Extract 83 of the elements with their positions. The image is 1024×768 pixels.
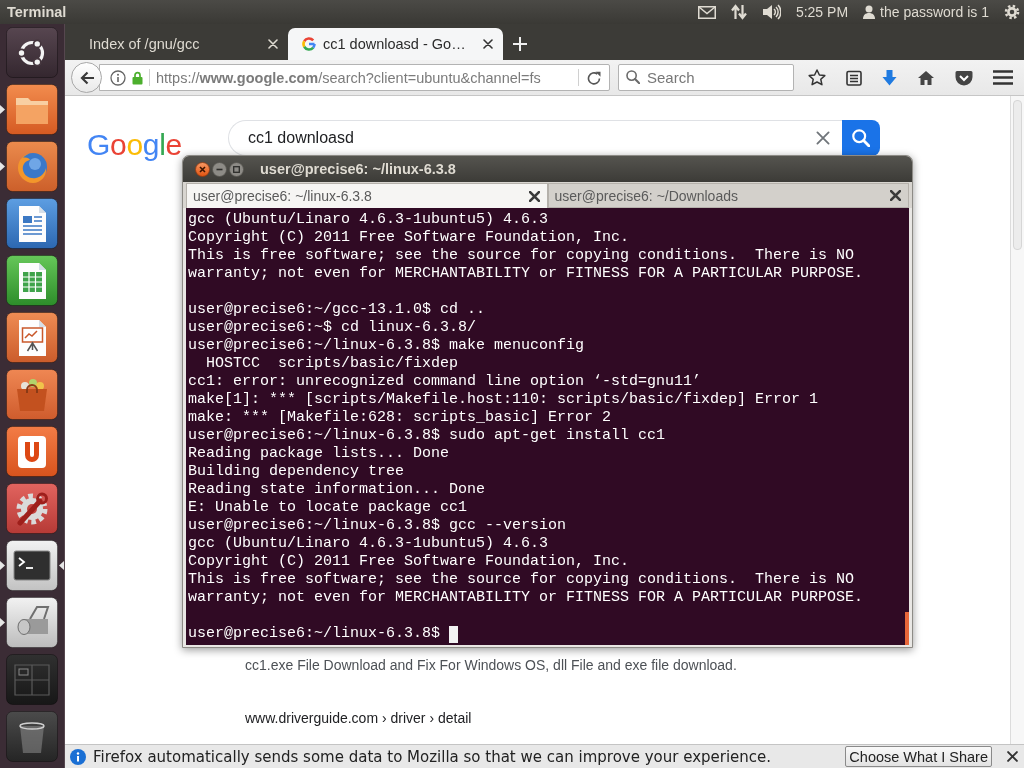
- terminal-line: This is free software; see the source for copying conditions. There is NO: [188, 247, 856, 265]
- folder-icon[interactable]: [6, 84, 58, 135]
- search-box[interactable]: cc1 downloasd: [228, 120, 842, 156]
- result-url[interactable]: www.driverguide.com › driver › detail: [245, 710, 472, 727]
- terminal-line: gcc (Ubuntu/Linaro 4.6.3-1ubuntu5) 4.6.3: [188, 535, 550, 553]
- search-field[interactable]: Search: [618, 64, 794, 91]
- clock[interactable]: 5:25 PM: [795, 4, 849, 20]
- arrow-left-icon: [78, 70, 95, 85]
- terminal-line: user@precise6:~/linux-6.3.8$ gcc --version: [188, 517, 568, 535]
- terminal-tab[interactable]: user@precise6: ~/Downloads: [547, 183, 909, 208]
- globe-icon[interactable]: [6, 141, 58, 192]
- terminal-line: make: *** [Makefile:628: scripts_basic] Error 2: [188, 409, 613, 427]
- terminal-line: make[1]: *** [scripts/Makefile.host:110: scripts/basic/fixdep] Error 1: [188, 391, 820, 409]
- cursor-icon: [449, 625, 459, 643]
- info-icon[interactable]: [110, 69, 126, 86]
- maximize-icon[interactable]: [229, 161, 244, 177]
- browser-tab[interactable]: cc1 downloasd - Go…: [288, 28, 503, 60]
- back-button[interactable]: [71, 62, 102, 93]
- terminal-line: Reading state information... Done: [188, 481, 487, 499]
- network-icon[interactable]: [730, 4, 747, 20]
- clear-icon[interactable]: [816, 131, 830, 145]
- app-title: Terminal: [7, 4, 67, 20]
- terminal-line: warranty; not even for MERCHANTABILITY or FITNESS FOR A PARTICULAR PURPOSE.: [188, 265, 865, 283]
- download-icon[interactable]: [882, 69, 897, 86]
- user-name[interactable]: the password is 1: [880, 4, 989, 20]
- result-snippet: cc1.exe File Download and Fix For Windows OS, dll File and exe file download.: [245, 657, 737, 674]
- close-icon[interactable]: [483, 39, 493, 49]
- window-title: user@precise6: ~/linux-6.3.8: [260, 161, 456, 177]
- browser-tab[interactable]: Index of /gnu/gcc: [73, 28, 288, 60]
- terminal-line: This is free software; see the source for copying conditions. There is NO: [188, 571, 856, 589]
- trash-icon[interactable]: [6, 711, 58, 762]
- terminal-line: user@precise6:~/linux-6.3.8$ make menuconfig: [188, 337, 586, 355]
- terminal-icon[interactable]: [6, 540, 58, 591]
- search-icon: [626, 70, 640, 84]
- terminal-prompt: user@precise6:~/linux-6.3.8$: [188, 625, 441, 643]
- close-icon[interactable]: [528, 190, 540, 202]
- mail-icon[interactable]: [697, 5, 716, 19]
- scrollbar-thumb[interactable]: [905, 612, 909, 645]
- search-button[interactable]: [842, 120, 880, 156]
- address-field[interactable]: https://www.google.com/search?client=ubuntu&channel=fs: [99, 64, 610, 91]
- document-icon[interactable]: [6, 198, 58, 249]
- shield-chevron-icon[interactable]: [955, 69, 973, 86]
- terminal-line: user@precise6:~/linux-6.3.8$ sudo apt-get install cc1: [188, 427, 667, 445]
- terminal-line: Copyright (C) 2011 Free Software Foundation, Inc.: [188, 229, 631, 247]
- terminal-line: gcc (Ubuntu/Linaro 4.6.3-1ubuntu5) 4.6.3: [188, 211, 550, 229]
- star-icon[interactable]: [808, 69, 826, 86]
- terminal-line: Reading package lists... Done: [188, 445, 451, 463]
- terminal-line: Copyright (C) 2011 Free Software Foundation, Inc.: [188, 553, 631, 571]
- search-icon: [852, 129, 870, 147]
- lock-icon: [132, 70, 143, 85]
- terminal-line: warranty; not even for MERCHANTABILITY or FITNESS FOR A PARTICULAR PURPOSE.: [188, 589, 865, 607]
- terminal-line: user@precise6:~/gcc-13.1.0$ cd ..: [188, 301, 487, 319]
- dash-logo-icon[interactable]: [6, 27, 58, 78]
- list-icon[interactable]: [846, 69, 862, 86]
- gear-icon[interactable]: [1004, 4, 1020, 20]
- spreadsheet-icon[interactable]: [6, 255, 58, 306]
- settings-icon[interactable]: [6, 483, 58, 534]
- user-icon[interactable]: [863, 5, 876, 19]
- close-icon[interactable]: [195, 161, 210, 177]
- scanner-icon[interactable]: [6, 597, 58, 648]
- info-icon: [70, 748, 86, 765]
- close-icon[interactable]: [890, 190, 901, 201]
- terminal-line: cc1: error: unrecognized command line option ‘-std=gnu11’: [188, 373, 703, 391]
- logo: Google: [87, 128, 182, 162]
- terminal-line: HOSTCC scripts/basic/fixdep: [205, 355, 460, 373]
- choose-share-button[interactable]: Choose What I Share: [845, 746, 992, 767]
- menu-icon[interactable]: [993, 70, 1013, 85]
- notification-message: Firefox automatically sends some data to Mozilla so that we can improve your experience.: [93, 747, 773, 766]
- terminal-tab[interactable]: user@precise6: ~/linux-6.3.8: [186, 183, 548, 208]
- home-icon[interactable]: [917, 69, 935, 86]
- terminal-line: Building dependency tree: [188, 463, 406, 481]
- presentation-icon[interactable]: [6, 312, 58, 363]
- reload-icon[interactable]: [587, 70, 601, 85]
- scrollbar[interactable]: [1010, 96, 1024, 744]
- u-shape-icon[interactable]: [6, 426, 58, 477]
- terminal-line: E: Unable to locate package cc1: [188, 499, 469, 517]
- terminal-line: user@precise6:~$ cd linux-6.3.8/: [188, 319, 478, 337]
- minimize-icon[interactable]: [212, 161, 227, 177]
- close-icon[interactable]: [1007, 751, 1018, 762]
- workspace-switcher-icon[interactable]: [6, 654, 58, 705]
- volume-icon[interactable]: [761, 4, 781, 20]
- shopping-bag-icon[interactable]: [6, 369, 58, 420]
- plus-icon[interactable]: [513, 37, 527, 51]
